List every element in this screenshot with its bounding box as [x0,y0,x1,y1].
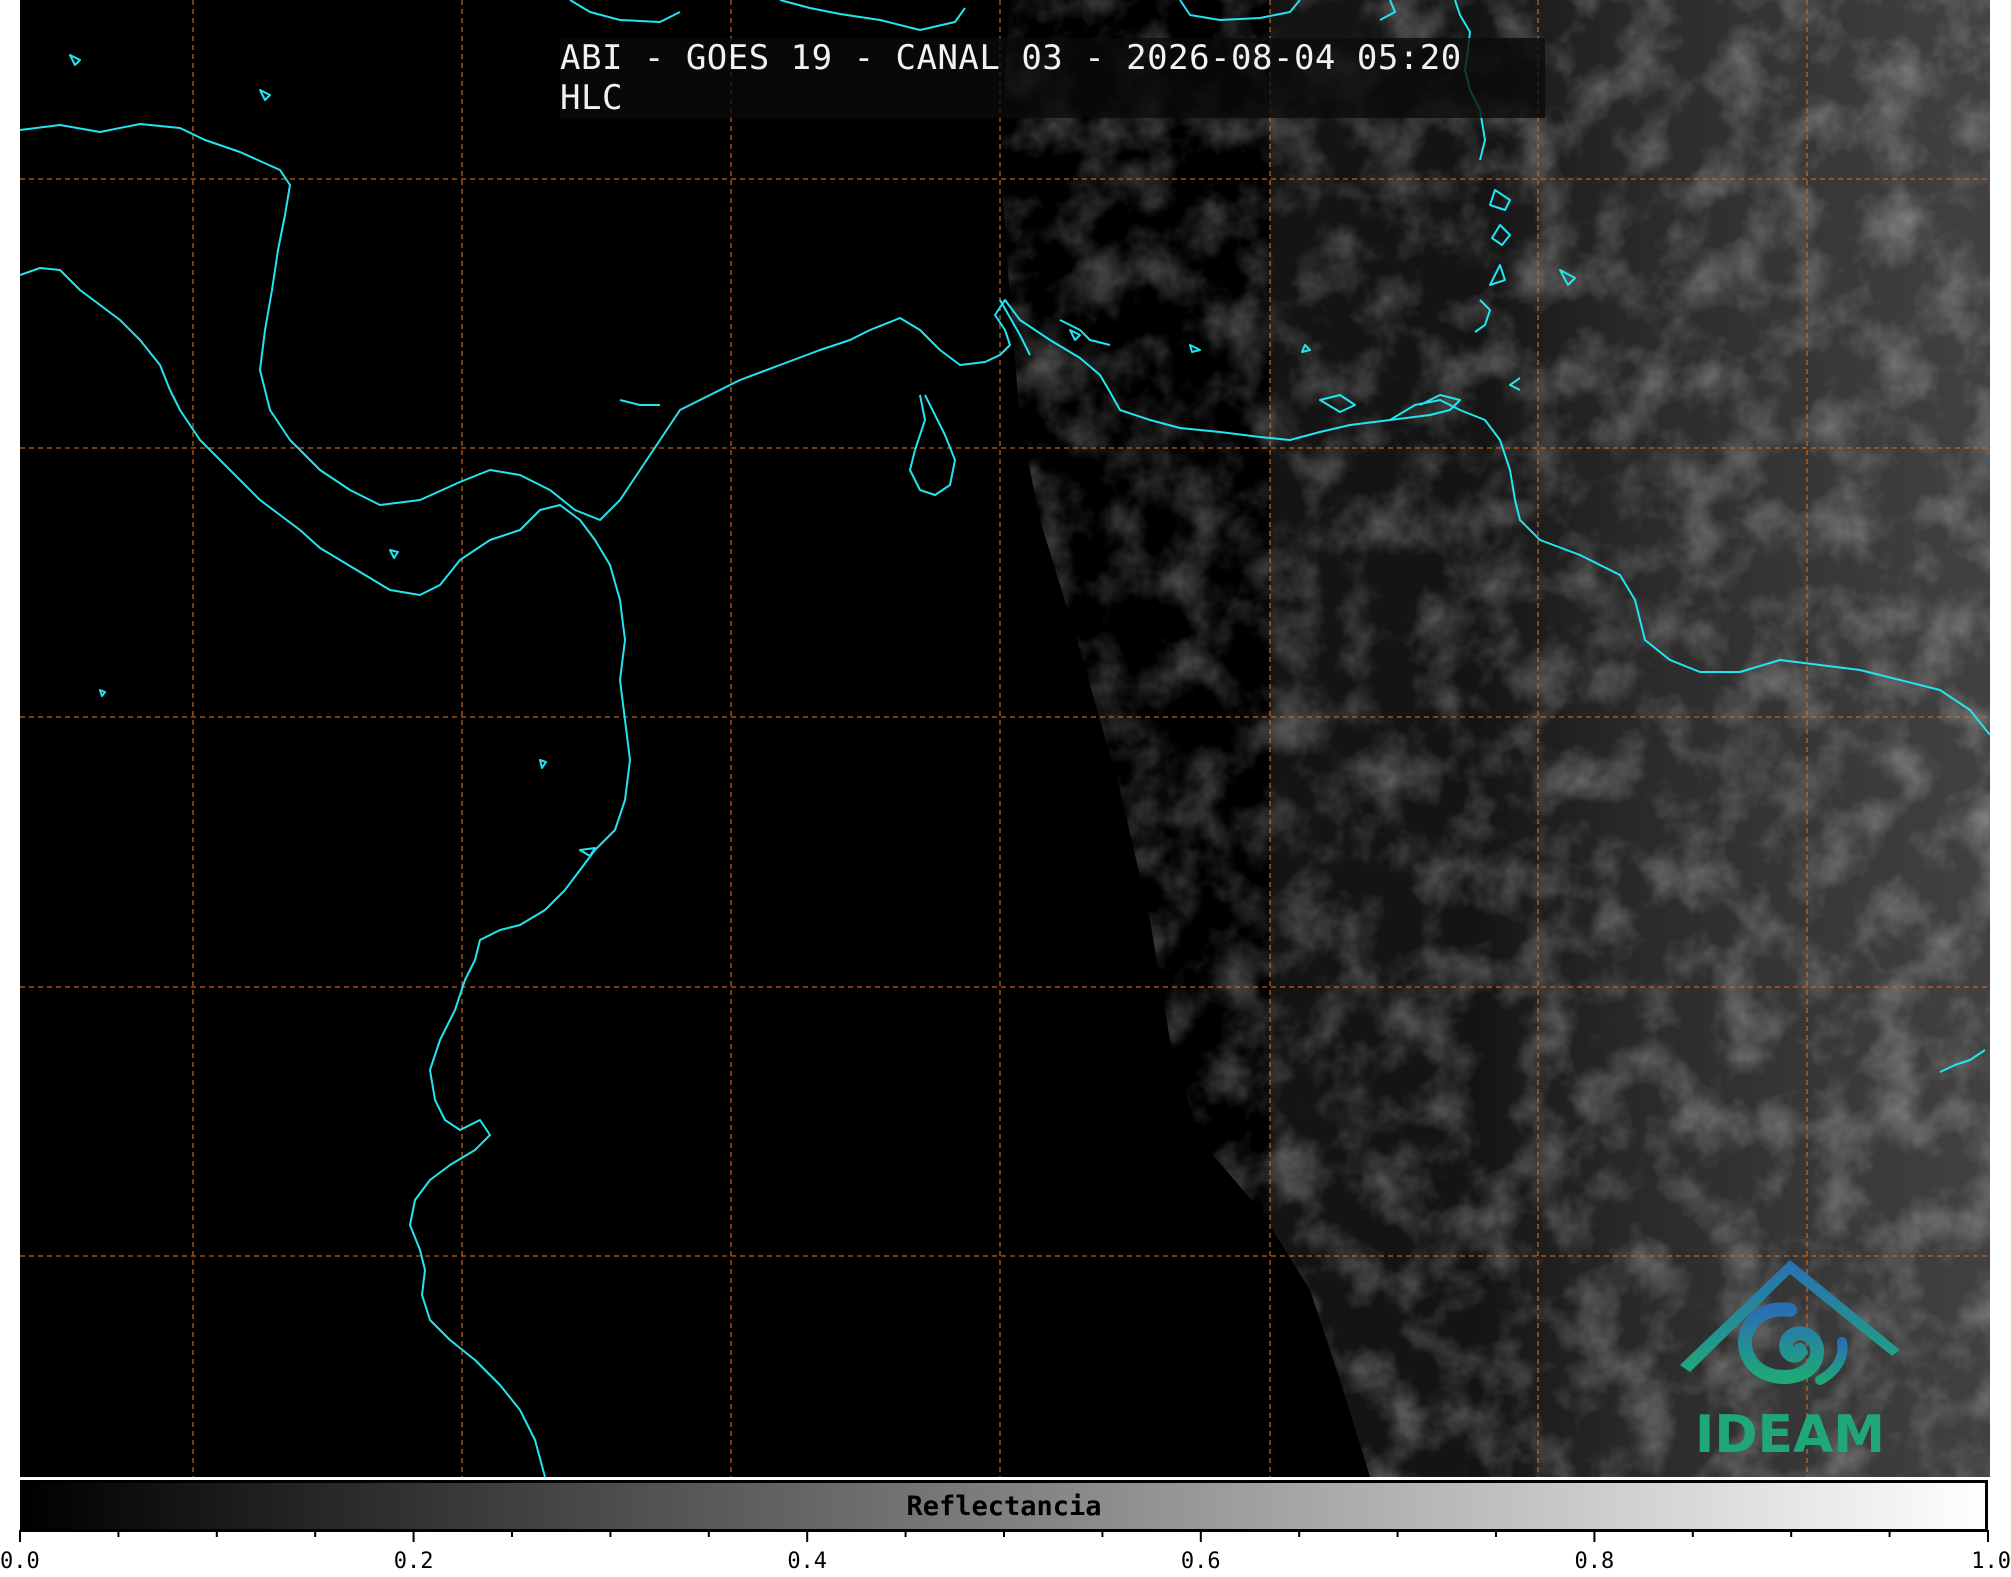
reflectance-colorbar: Reflectancia [20,1480,1988,1532]
colorbar-tick-label: 0.4 [787,1549,827,1574]
colorbar-ticks: 0.0 0.2 0.4 0.6 0.8 1.0 [0,1530,2011,1574]
colorbar-label: Reflectancia [906,1490,1102,1522]
title-box: ABI - GOES 19 - CANAL 03 - 2026-08-04 05… [560,38,1545,118]
satellite-image-panel: ABI - GOES 19 - CANAL 03 - 2026-08-04 05… [20,0,1990,1477]
ideam-emblem-icon [1680,1260,1900,1385]
ideam-logo-text: IDEAM [1694,1405,1886,1465]
colorbar-tick-label: 0.0 [0,1549,40,1574]
map-title: ABI - GOES 19 - CANAL 03 - 2026-08-04 05… [560,38,1462,118]
colorbar-tick-label: 0.8 [1575,1549,1615,1574]
ideam-logo: IDEAM [1660,1250,1920,1470]
colorbar-tick-label: 0.2 [394,1549,434,1574]
colorbar-tick-label: 1.0 [1971,1549,2011,1574]
colorbar-tick-label: 0.6 [1181,1549,1221,1574]
